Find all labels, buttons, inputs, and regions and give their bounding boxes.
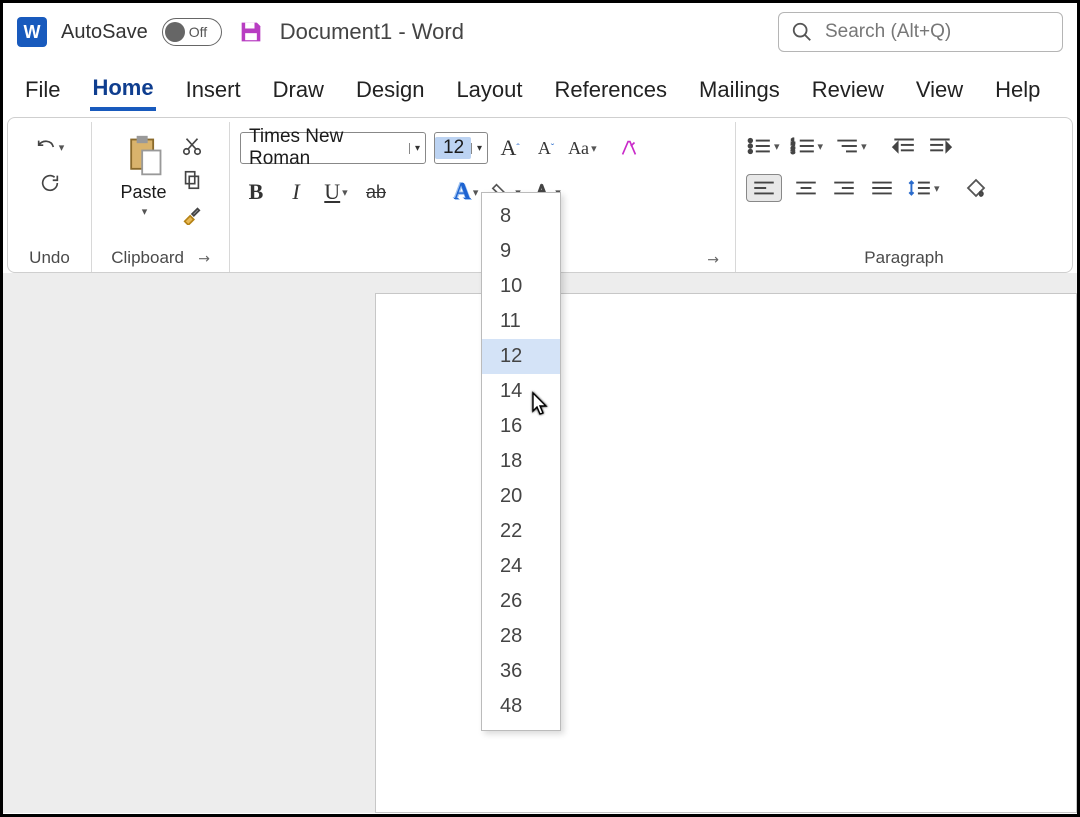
clipboard-dialog-launcher[interactable]: ↘ — [194, 248, 214, 268]
paste-label: Paste — [120, 182, 166, 203]
font-size-dropdown[interactable]: 8 9 10 11 12 14 16 18 20 22 24 26 28 36 … — [481, 192, 561, 731]
autosave-label: AutoSave — [61, 21, 148, 44]
font-dialog-launcher[interactable]: ↘ — [703, 249, 723, 269]
increase-indent-button[interactable] — [927, 132, 955, 160]
shading-button[interactable] — [962, 174, 990, 202]
tab-draw[interactable]: Draw — [271, 71, 326, 109]
title-bar: W AutoSave Off Document1 - Word Search (… — [3, 3, 1077, 61]
ribbon-tabs: File Home Insert Draw Design Layout Refe… — [3, 61, 1077, 115]
align-left-button[interactable] — [746, 174, 782, 202]
font-size-option[interactable]: 48 — [482, 689, 560, 724]
bullets-button[interactable]: ▾ — [746, 132, 780, 160]
font-size-option[interactable]: 22 — [482, 514, 560, 549]
font-size-option[interactable]: 26 — [482, 584, 560, 619]
tab-home[interactable]: Home — [90, 69, 155, 111]
chevron-down-icon[interactable]: ▾ — [471, 143, 487, 154]
undo-button[interactable]: ▾ — [30, 132, 70, 162]
multilevel-list-button[interactable]: ▾ — [833, 132, 867, 160]
chevron-down-icon[interactable]: ▾ — [409, 143, 425, 154]
align-center-button[interactable] — [792, 174, 820, 202]
numbering-button[interactable]: 123▾ — [790, 132, 824, 160]
tab-layout[interactable]: Layout — [454, 71, 524, 109]
increase-font-size-button[interactable]: Aˆ — [496, 134, 524, 162]
tab-view[interactable]: View — [914, 71, 965, 109]
save-icon[interactable] — [236, 17, 266, 47]
search-placeholder: Search (Alt+Q) — [825, 21, 951, 43]
font-size-option[interactable]: 18 — [482, 444, 560, 479]
line-spacing-button[interactable]: ▾ — [906, 174, 940, 202]
mouse-cursor-icon — [531, 391, 551, 417]
paragraph-group-label: Paragraph — [864, 248, 943, 268]
toggle-knob — [165, 22, 185, 42]
word-app-icon: W — [17, 17, 47, 47]
justify-button[interactable] — [868, 174, 896, 202]
search-box[interactable]: Search (Alt+Q) — [778, 12, 1063, 52]
autosave-state: Off — [189, 24, 207, 40]
font-size-combobox[interactable]: 12 ▾ — [434, 132, 488, 164]
font-size-option[interactable]: 10 — [482, 269, 560, 304]
font-size-option[interactable]: 11 — [482, 304, 560, 339]
repeat-button[interactable] — [30, 168, 70, 198]
document-title: Document1 - Word — [280, 19, 464, 45]
font-size-option[interactable]: 12 — [482, 339, 560, 374]
svg-text:3: 3 — [791, 149, 795, 156]
font-size-value: 12 — [435, 137, 471, 159]
decrease-font-size-button[interactable]: Aˇ — [532, 134, 560, 162]
tab-help[interactable]: Help — [993, 71, 1042, 109]
autosave-toggle[interactable]: Off — [162, 18, 222, 46]
font-size-option[interactable]: 24 — [482, 549, 560, 584]
underline-button[interactable]: U▾ — [320, 176, 352, 208]
tab-insert[interactable]: Insert — [184, 71, 243, 109]
align-right-button[interactable] — [830, 174, 858, 202]
bold-button[interactable]: B — [240, 176, 272, 208]
clipboard-group-label: Clipboard — [111, 248, 184, 268]
format-painter-button[interactable] — [178, 200, 206, 228]
font-name-combobox[interactable]: Times New Roman ▾ — [240, 132, 426, 164]
undo-group-label: Undo — [18, 244, 81, 272]
decrease-indent-button[interactable] — [889, 132, 917, 160]
font-size-option[interactable]: 28 — [482, 619, 560, 654]
paste-button[interactable]: Paste ▾ — [116, 132, 172, 218]
text-effects-button[interactable]: A▾ — [450, 176, 482, 208]
tab-references[interactable]: References — [553, 71, 670, 109]
font-size-option[interactable]: 8 — [482, 199, 560, 234]
italic-button[interactable]: I — [280, 176, 312, 208]
clear-formatting-button[interactable] — [615, 134, 643, 162]
font-size-option[interactable]: 20 — [482, 479, 560, 514]
font-size-option[interactable]: 9 — [482, 234, 560, 269]
strikethrough-button[interactable]: ab — [360, 176, 392, 208]
tab-file[interactable]: File — [23, 71, 62, 109]
cut-button[interactable] — [178, 132, 206, 160]
tab-review[interactable]: Review — [810, 71, 886, 109]
tab-design[interactable]: Design — [354, 71, 426, 109]
copy-button[interactable] — [178, 166, 206, 194]
font-name-value: Times New Roman — [241, 126, 409, 170]
change-case-button[interactable]: Aa▾ — [568, 134, 597, 162]
font-size-option[interactable]: 36 — [482, 654, 560, 689]
tab-mailings[interactable]: Mailings — [697, 71, 782, 109]
